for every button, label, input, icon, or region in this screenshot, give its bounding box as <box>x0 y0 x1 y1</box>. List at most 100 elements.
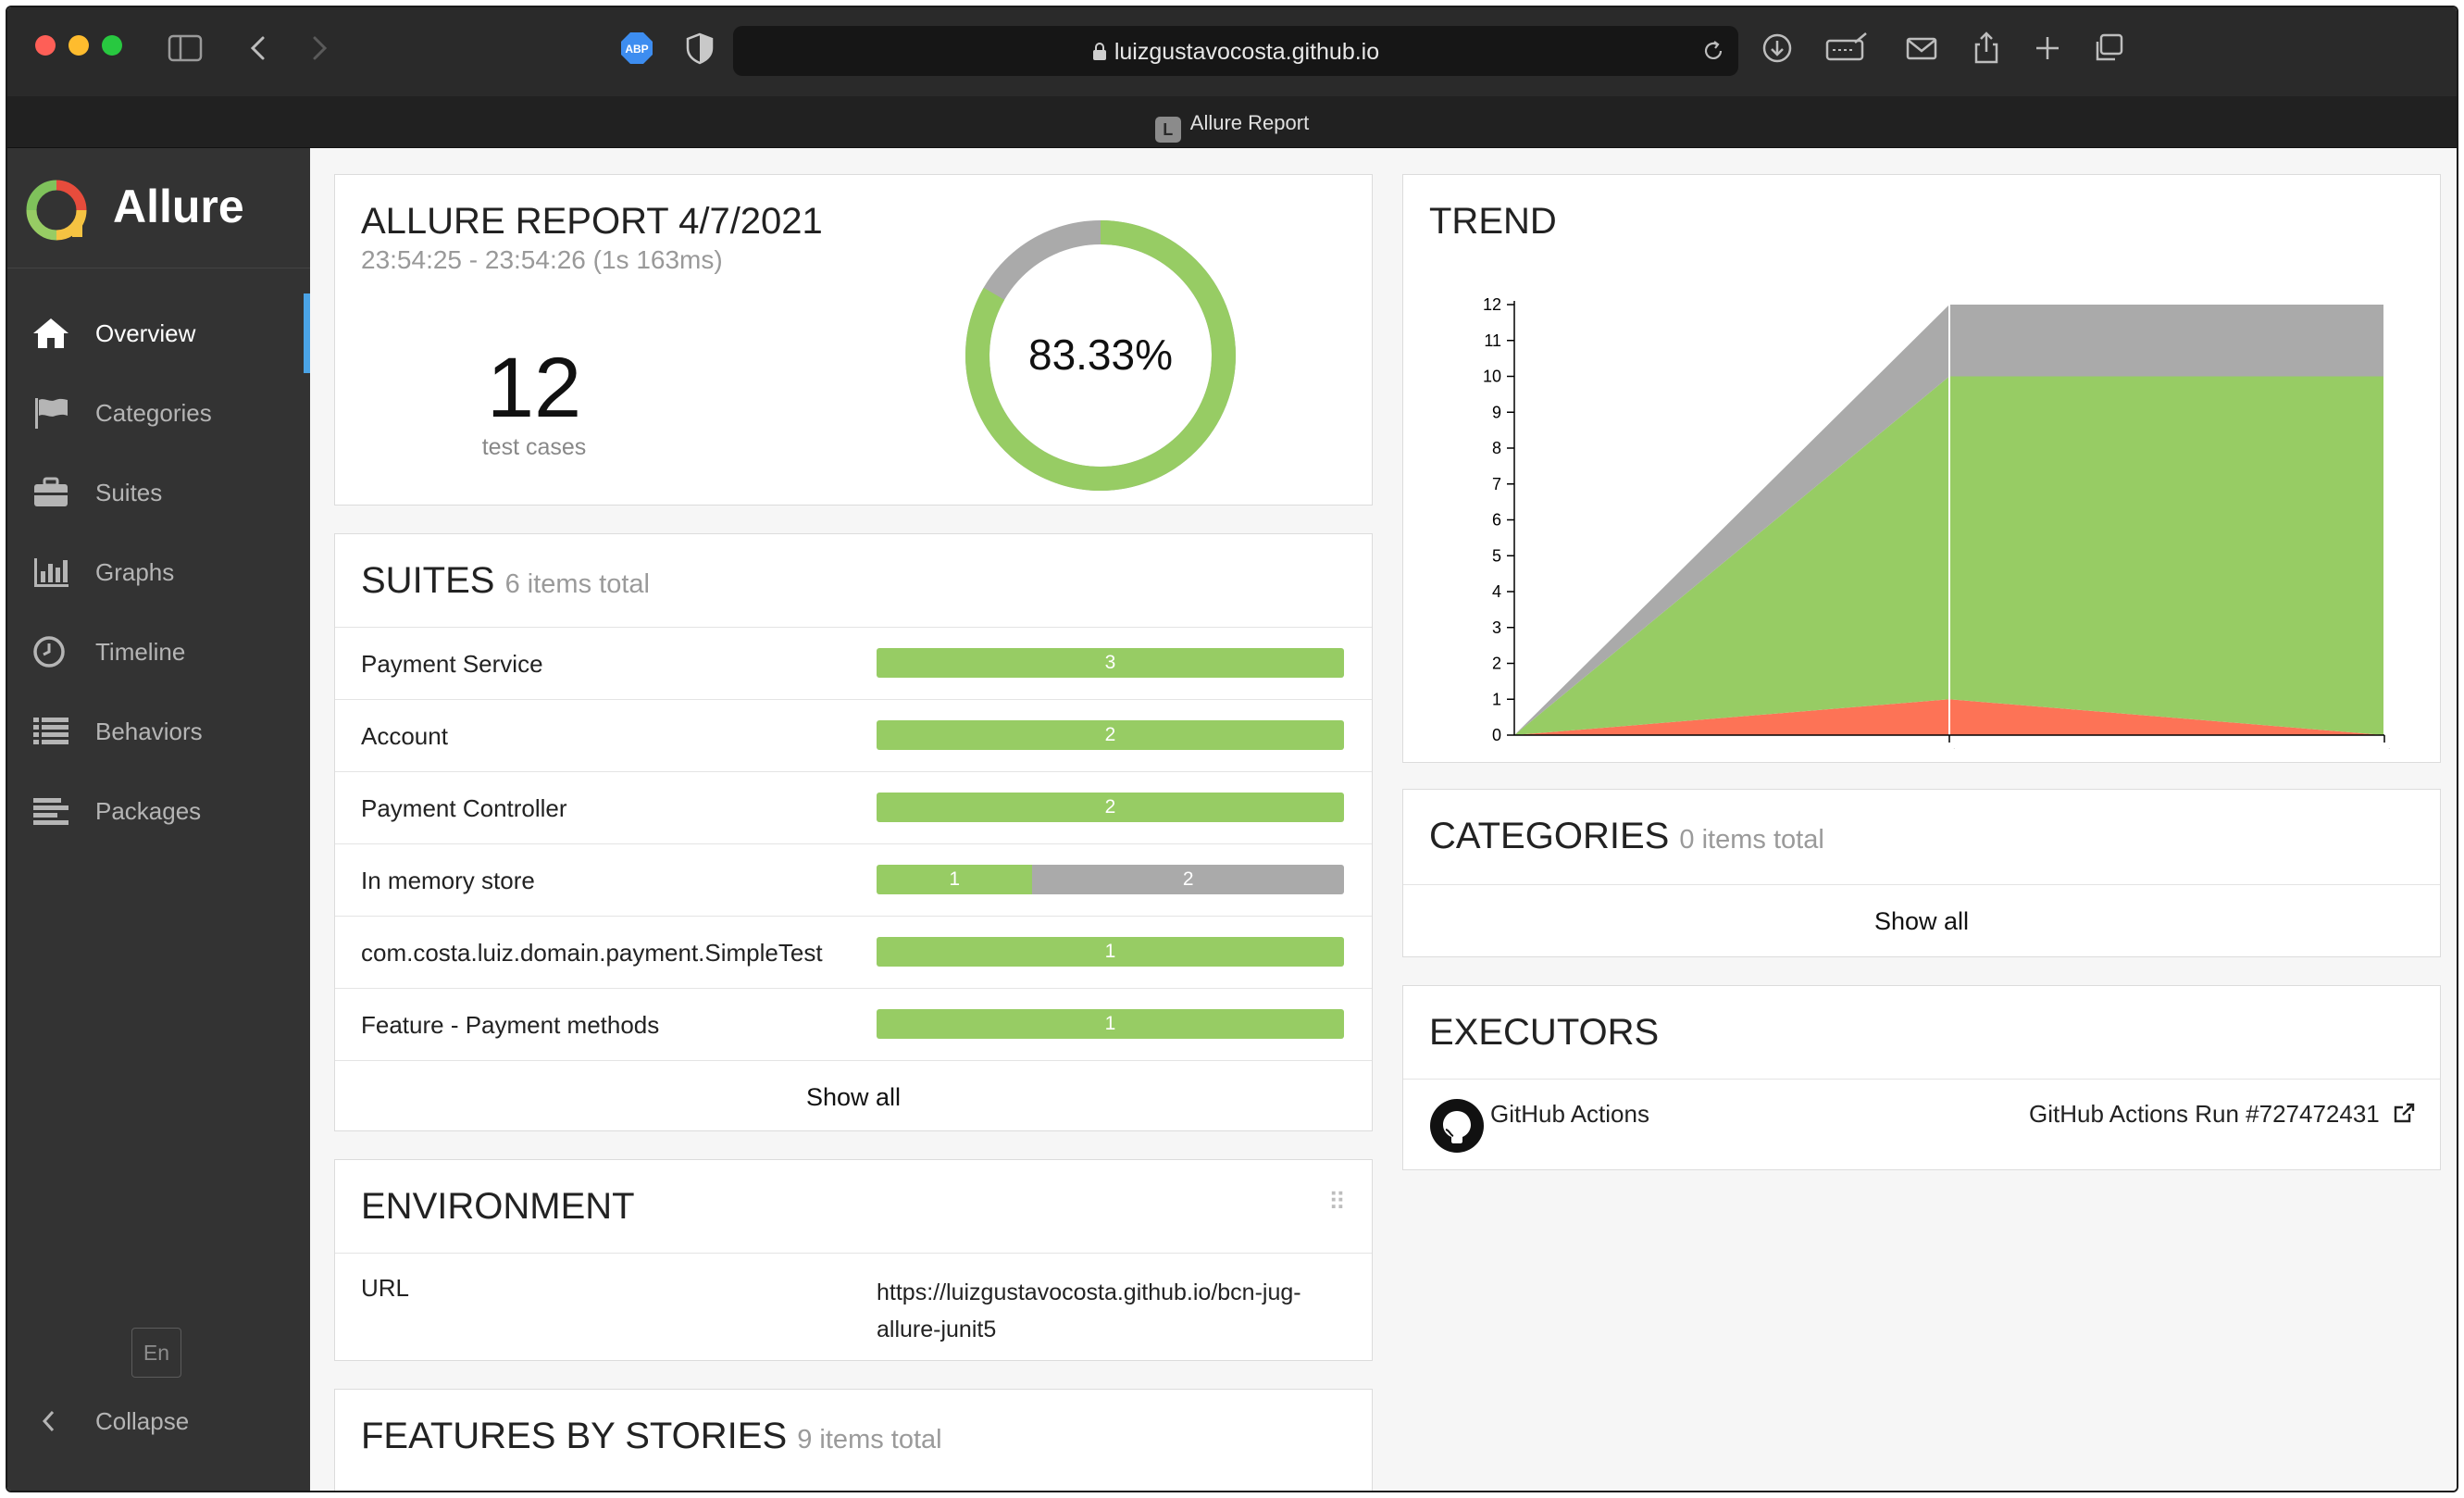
sidebar: Allure Overview Categories Suites Graphs… <box>7 148 310 1491</box>
sidebar-item-label: Packages <box>95 797 202 825</box>
privacy-shield-icon[interactable] <box>681 30 718 67</box>
sidebar-item-packages[interactable]: Packages <box>7 771 310 851</box>
trend-y-tick-label: 8 <box>1492 439 1501 457</box>
sidebar-toggle-icon[interactable] <box>167 30 204 67</box>
sidebar-item-label: Behaviors <box>95 718 203 745</box>
trend-y-tick-label: 1 <box>1492 690 1501 708</box>
new-tab-icon[interactable] <box>2029 30 2066 67</box>
language-selector[interactable]: En <box>131 1328 181 1378</box>
collapse-button[interactable]: Collapse <box>7 1392 310 1448</box>
features-widget: FEATURES BY STORIES 9 items total <box>334 1389 1373 1491</box>
sidebar-item-behaviors[interactable]: Behaviors <box>7 692 310 771</box>
executor-run-link[interactable]: GitHub Actions Run #727472431 <box>2029 1100 2416 1129</box>
categories-heading: CATEGORIES <box>1429 816 1670 856</box>
environment-widget: ENVIRONMENT ⠿ URL https://luizgustavocos… <box>334 1159 1373 1361</box>
browser-window: ABP luizgustavocosta.github.io L Allure … <box>6 6 2458 1492</box>
features-title: FEATURES BY STORIES 9 items total <box>361 1416 942 1457</box>
sidebar-item-label: Graphs <box>95 558 175 586</box>
suite-name: In memory store <box>361 867 535 894</box>
suite-row[interactable]: Account 2 <box>335 699 1372 771</box>
suite-row[interactable]: In memory store 1 2 <box>335 843 1372 916</box>
chevron-left-icon <box>42 1410 55 1432</box>
categories-count: 0 items total <box>1679 825 1824 855</box>
sidebar-item-graphs[interactable]: Graphs <box>7 532 310 612</box>
allure-logo-icon <box>26 180 87 241</box>
suites-widget: SUITES 6 items total Payment Service 3 Ac… <box>334 533 1373 1131</box>
suite-row[interactable]: Payment Service 3 <box>335 627 1372 699</box>
forward-icon[interactable] <box>300 30 337 67</box>
trend-y-tick-label: 4 <box>1492 582 1501 601</box>
trend-x-tick-label: #11 <box>1941 748 1959 749</box>
environment-key: URL <box>361 1274 410 1302</box>
adblock-plus-icon[interactable]: ABP <box>618 30 655 67</box>
suite-name: Payment Controller <box>361 794 567 822</box>
sidebar-item-overview[interactable]: Overview <box>7 293 310 373</box>
tab-bar: L Allure Report <box>7 96 2457 148</box>
suite-row[interactable]: Payment Controller 2 <box>335 771 1372 843</box>
suite-name: Account <box>361 722 448 750</box>
share-icon[interactable] <box>1968 30 2005 67</box>
suite-row[interactable]: Feature - Payment methods 1 <box>335 988 1372 1060</box>
success-rate-donut[interactable]: 83.33% <box>961 216 1240 495</box>
environment-row: URL https://luizgustavocosta.github.io/b… <box>335 1253 1372 1360</box>
categories-show-all-link[interactable]: Show all <box>1403 884 2440 956</box>
sidebar-item-suites[interactable]: Suites <box>7 453 310 532</box>
password-keyboard-icon[interactable] <box>1823 30 1870 67</box>
suite-status-bar[interactable]: 3 <box>877 648 1344 678</box>
tab-overview-icon[interactable] <box>2090 30 2127 67</box>
suite-status-bar[interactable]: 1 <box>877 937 1344 967</box>
suite-status-bar[interactable]: 2 <box>877 793 1344 822</box>
trend-widget: TREND 0123456789101112#11#12 <box>1402 174 2441 763</box>
address-bar[interactable]: luizgustavocosta.github.io <box>733 26 1738 76</box>
download-icon[interactable] <box>1759 30 1796 67</box>
suites-count: 6 items total <box>504 569 650 599</box>
success-rate-label: 83.33% <box>1028 331 1173 379</box>
zoom-window-button[interactable] <box>102 35 122 56</box>
drag-handle-icon[interactable]: ⠿ <box>1328 1188 1346 1217</box>
suite-status-bar[interactable]: 1 <box>877 1009 1344 1039</box>
bar-chart-icon <box>31 555 70 590</box>
trend-y-tick-label: 2 <box>1492 655 1501 673</box>
executors-widget: EXECUTORS GitHub Actions GitHub Actions … <box>1402 985 2441 1170</box>
collapse-label: Collapse <box>95 1407 190 1435</box>
executor-row: GitHub Actions GitHub Actions Run #72747… <box>1403 1079 2440 1169</box>
home-icon <box>31 316 70 351</box>
report-time-range: 23:54:25 - 23:54:26 (1s 163ms) <box>361 245 723 274</box>
suite-status-bar[interactable]: 12 <box>877 865 1344 894</box>
sidebar-item-label: Categories <box>95 399 212 427</box>
minimize-window-button[interactable] <box>68 35 89 56</box>
reload-icon[interactable] <box>1701 39 1725 63</box>
lock-icon <box>1092 43 1106 60</box>
suite-name: Payment Service <box>361 650 543 678</box>
close-window-button[interactable] <box>35 35 56 56</box>
suite-segment-passed: 1 <box>877 865 1033 894</box>
trend-y-tick-label: 12 <box>1483 295 1501 314</box>
back-icon[interactable] <box>241 30 278 67</box>
trend-y-tick-label: 11 <box>1484 331 1501 350</box>
trend-title: TREND <box>1429 201 1557 242</box>
trend-y-tick-label: 9 <box>1492 403 1501 421</box>
flag-icon <box>31 395 70 431</box>
trend-y-tick-label: 6 <box>1492 511 1501 530</box>
suite-segment-unknown: 2 <box>1032 865 1344 894</box>
trend-chart[interactable]: 0123456789101112#11#12 <box>1403 268 2441 749</box>
brand[interactable]: Allure <box>7 148 310 268</box>
mail-icon[interactable] <box>1903 30 1940 67</box>
suites-heading: SUITES <box>361 560 495 601</box>
test-case-count: 12 <box>486 341 582 435</box>
svg-text:ABP: ABP <box>625 43 648 56</box>
suites-title: SUITES 6 items total <box>361 560 650 602</box>
suite-status-bar[interactable]: 2 <box>877 720 1344 750</box>
sidebar-item-label: Timeline <box>95 638 186 666</box>
active-tab[interactable]: L Allure Report <box>7 111 2457 143</box>
features-count: 9 items total <box>797 1425 942 1454</box>
sidebar-item-label: Overview <box>95 319 196 347</box>
trend-x-tick-label: #12 <box>2376 748 2394 749</box>
suites-show-all-link[interactable]: Show all <box>335 1060 1372 1130</box>
sidebar-item-timeline[interactable]: Timeline <box>7 612 310 692</box>
suite-name: com.costa.luiz.domain.payment.SimpleTest <box>361 939 823 967</box>
test-case-label: test cases <box>481 434 587 460</box>
sidebar-item-categories[interactable]: Categories <box>7 373 310 453</box>
suite-row[interactable]: com.costa.luiz.domain.payment.SimpleTest… <box>335 916 1372 988</box>
clock-icon <box>31 634 70 669</box>
